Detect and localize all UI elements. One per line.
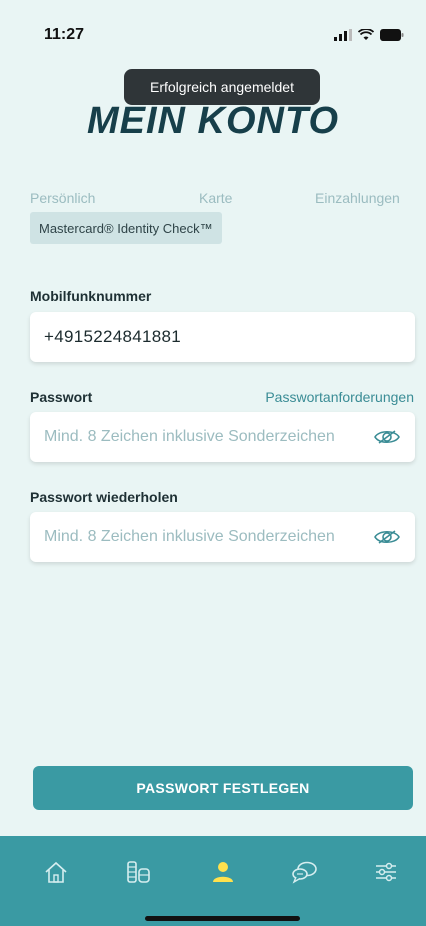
signal-icon xyxy=(334,28,352,46)
status-time: 11:27 xyxy=(44,26,85,43)
mobile-value: +4915224841881 xyxy=(44,327,182,346)
password-field[interactable]: Mind. 8 Zeichen inklusive Sonderzeichen xyxy=(30,412,415,462)
tab-bar xyxy=(0,836,426,926)
step-personal: Persönlich xyxy=(30,190,96,206)
page-title: MEIN KONTO xyxy=(86,100,340,142)
success-toast: Erfolgreich angemeldet xyxy=(124,69,320,105)
home-icon xyxy=(44,861,68,888)
settings-sliders-icon xyxy=(374,860,398,889)
mobile-label: Mobilfunknummer xyxy=(30,288,152,304)
status-bar: 11:27 xyxy=(0,0,426,70)
battery-icon xyxy=(380,28,404,46)
profile-icon xyxy=(211,860,235,889)
password-repeat-label: Passwort wiederholen xyxy=(30,489,178,505)
eye-icon[interactable] xyxy=(373,427,401,447)
password-label: Passwort xyxy=(30,389,93,405)
password-requirements-link[interactable]: Passwortanforderungen xyxy=(265,389,414,405)
status-icons xyxy=(334,28,404,46)
eye-icon[interactable] xyxy=(373,527,401,547)
tab-home[interactable] xyxy=(36,858,76,890)
password-placeholder: Mind. 8 Zeichen inklusive Sonderzeichen xyxy=(44,428,335,445)
mobile-field[interactable]: +4915224841881 xyxy=(30,312,415,362)
tab-settings[interactable] xyxy=(366,858,406,890)
wifi-icon xyxy=(357,28,375,46)
step-deposits: Einzahlungen xyxy=(315,190,400,206)
tab-chat[interactable] xyxy=(285,858,325,890)
coins-icon xyxy=(125,860,153,889)
password-repeat-placeholder: Mind. 8 Zeichen inklusive Sonderzeichen xyxy=(44,528,335,545)
step-card: Karte xyxy=(199,190,233,206)
password-repeat-field[interactable]: Mind. 8 Zeichen inklusive Sonderzeichen xyxy=(30,512,415,562)
tab-profile[interactable] xyxy=(203,858,243,890)
set-password-button[interactable]: PASSWORT FESTLEGEN xyxy=(33,766,413,810)
step-current-identity-check: Mastercard® Identity Check™ xyxy=(30,212,222,244)
toast-message: Erfolgreich angemeldet xyxy=(150,79,294,95)
home-indicator xyxy=(145,916,300,921)
tab-savings[interactable] xyxy=(119,858,159,890)
chat-icon xyxy=(291,860,319,889)
stepper: Persönlich Karte Einzahlungen xyxy=(30,190,416,210)
